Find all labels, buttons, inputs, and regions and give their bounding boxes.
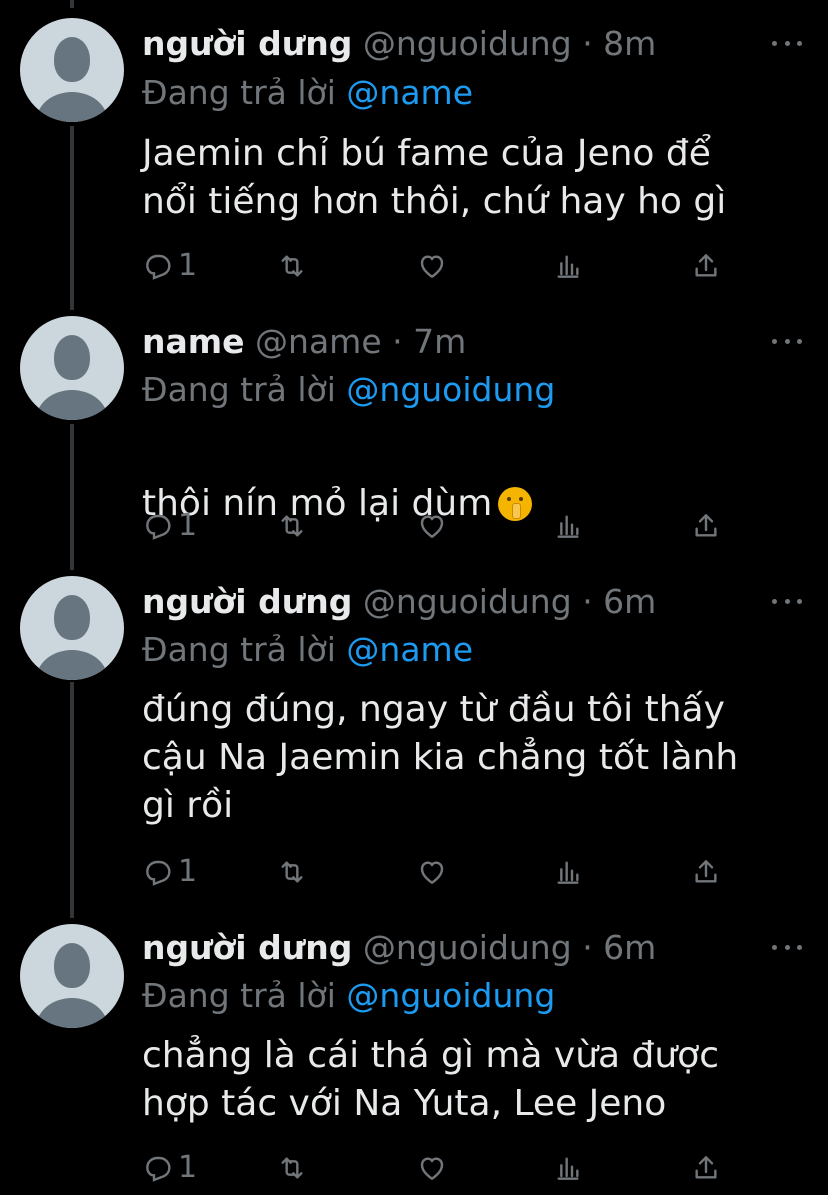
avatar[interactable] [20,576,124,680]
replying-to-label: Đang trả lời [142,976,336,1015]
retweet-icon [281,1157,303,1179]
action-bar: 1 [142,1148,742,1188]
analytics-icon [557,1157,579,1180]
like-button[interactable] [416,246,448,286]
analytics-button[interactable] [552,1148,584,1188]
retweet-button[interactable] [276,506,308,546]
reply-icon [146,1156,171,1182]
replying-to-label: Đang trả lời [142,630,336,669]
like-button[interactable] [416,1148,448,1188]
like-button[interactable] [416,506,448,546]
replying-to: Đang trả lời @name [142,73,473,113]
tweet-text: Jaemin chỉ bú fame của Jeno để nổi tiếng… [142,133,727,222]
analytics-button[interactable] [552,852,584,892]
more-icon[interactable] [772,38,802,48]
reply-icon [146,254,171,280]
reply-button[interactable]: 1 [142,852,197,892]
reply-count: 1 [178,1150,198,1185]
tweet[interactable]: người dưng @nguoidung · 6m Đang trả lời … [0,558,828,904]
tweet-header: người dưng @nguoidung · 6m [142,582,656,622]
tweet-text: chẳng là cái thá gì mà vừa được hợp tác … [142,1035,720,1124]
mention-link[interactable]: @nguoidung [346,370,555,409]
action-bar: 1 [142,852,742,892]
reply-icon [146,514,171,540]
display-name[interactable]: người dưng [142,582,352,621]
timestamp[interactable]: · 8m [582,24,656,63]
reply-count: 1 [178,854,198,889]
analytics-button[interactable] [552,506,584,546]
like-button[interactable] [416,852,448,892]
reply-count: 1 [178,248,198,283]
more-icon[interactable] [772,336,802,346]
replying-to: Đang trả lời @nguoidung [142,370,555,410]
heart-icon [420,255,444,278]
reply-count: 1 [178,508,198,543]
timestamp[interactable]: · 7m [392,322,466,361]
avatar-body [36,998,108,1028]
tweet[interactable]: người dưng @nguoidung · 6m Đang trả lời … [0,904,828,1195]
share-button[interactable] [690,1148,722,1188]
share-icon [695,1156,717,1179]
avatar-head [54,335,90,380]
mention-link[interactable]: @name [346,73,473,112]
retweet-icon [281,515,303,537]
share-button[interactable] [690,852,722,892]
analytics-icon [557,515,579,538]
share-icon [695,860,717,883]
retweet-icon [281,861,303,883]
avatar-body [36,650,108,680]
tweet[interactable]: name @name · 7m Đang trả lời @nguoidung … [0,300,828,558]
handle[interactable]: @nguoidung [363,928,572,967]
tweet-text: đúng đúng, ngay từ đầu tôi thấy cậu Na J… [142,689,739,826]
display-name[interactable]: người dưng [142,24,352,63]
avatar-head [54,37,90,82]
replying-to: Đang trả lời @name [142,630,473,670]
avatar-body [36,92,108,122]
retweet-button[interactable] [276,246,308,286]
timestamp[interactable]: · 6m [582,582,656,621]
more-icon[interactable] [772,596,802,606]
retweet-button[interactable] [276,852,308,892]
share-button[interactable] [690,506,722,546]
replying-to-label: Đang trả lời [142,73,336,112]
tweet[interactable]: người dưng @nguoidung · 8m Đang trả lời … [0,0,828,300]
reply-icon [146,860,171,886]
action-bar: 1 [142,246,742,286]
action-bar: 1 [142,506,742,546]
avatar[interactable] [20,18,124,122]
share-button[interactable] [690,246,722,286]
heart-icon [420,861,444,884]
share-icon [695,254,717,277]
replying-to-label: Đang trả lời [142,370,336,409]
display-name[interactable]: name [142,322,245,361]
display-name[interactable]: người dưng [142,928,352,967]
analytics-icon [557,861,579,884]
heart-icon [420,1157,444,1180]
reply-button[interactable]: 1 [142,246,197,286]
handle[interactable]: @nguoidung [363,24,572,63]
replying-to: Đang trả lời @nguoidung [142,976,555,1016]
avatar-head [54,595,90,640]
avatar-body [36,390,108,420]
heart-icon [420,515,444,538]
avatar[interactable] [20,924,124,1028]
reply-button[interactable]: 1 [142,1148,197,1188]
avatar-head [54,943,90,988]
share-icon [695,514,717,537]
tweet-header: người dưng @nguoidung · 8m [142,24,656,64]
timestamp[interactable]: · 6m [582,928,656,967]
reply-button[interactable]: 1 [142,506,197,546]
mention-link[interactable]: @nguoidung [346,976,555,1015]
analytics-icon [557,255,579,278]
avatar[interactable] [20,316,124,420]
retweet-button[interactable] [276,1148,308,1188]
handle[interactable]: @nguoidung [363,582,572,621]
tweet-header: name @name · 7m [142,322,466,362]
more-icon[interactable] [772,942,802,952]
handle[interactable]: @name [255,322,382,361]
analytics-button[interactable] [552,246,584,286]
mention-link[interactable]: @name [346,630,473,669]
retweet-icon [281,255,303,277]
tweet-header: người dưng @nguoidung · 6m [142,928,656,968]
